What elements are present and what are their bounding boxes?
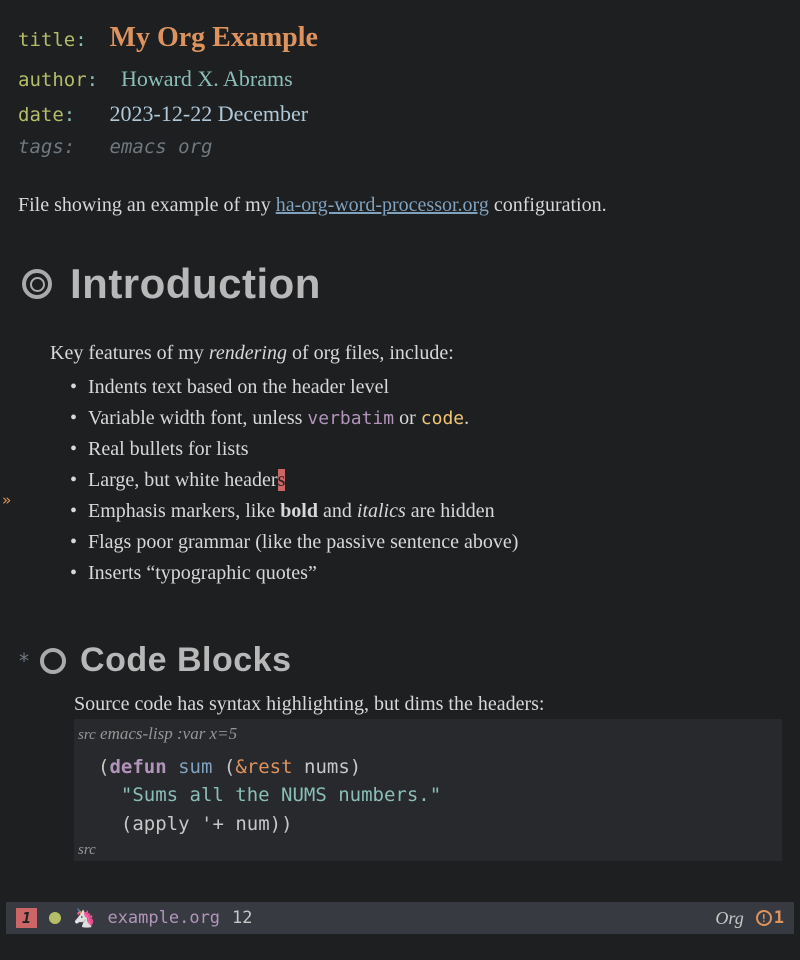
flycheck-warnings[interactable]: !1: [756, 908, 784, 928]
verbatim-text: verbatim: [307, 408, 394, 429]
meta-date-line: date: 2023-12-22 December: [18, 96, 782, 131]
doc-tags: emacs org: [110, 136, 213, 158]
heading-1-text: Introduction: [70, 260, 321, 308]
window-number: 1: [16, 908, 37, 928]
project-icon: 🦄: [73, 908, 95, 929]
paragraph: Key features of my rendering of org file…: [50, 338, 782, 368]
warning-icon: !: [756, 910, 772, 926]
text-cursor: s: [278, 469, 286, 491]
code-line: (apply '+ num)): [98, 810, 770, 839]
heading-star: *: [18, 649, 30, 673]
meta-tags-line: tags: emacs org: [18, 131, 782, 163]
list-item: Variable width font, unless verbatim or …: [70, 403, 782, 434]
code-text: code: [421, 408, 464, 429]
modified-indicator-icon: [49, 912, 61, 924]
modeline[interactable]: 1 🦄 example.org 12 Org !1: [6, 902, 794, 934]
intro-paragraph: File showing an example of my ha-org-wor…: [18, 191, 782, 220]
heading-2: * Code Blocks: [18, 641, 782, 680]
meta-key: tags:: [18, 136, 75, 158]
heading-bullet-icon: [22, 269, 52, 299]
feature-list: Indents text based on the header level V…: [70, 372, 782, 589]
meta-key: author: [18, 69, 87, 91]
meta-title-line: title: My Org Example: [18, 16, 782, 61]
meta-colon: :: [87, 69, 98, 91]
list-item: Real bullets for lists: [70, 434, 782, 465]
doc-title: My Org Example: [110, 22, 318, 53]
meta-author-line: author: Howard X. Abrams: [18, 61, 782, 96]
code-line: "Sums all the NUMS numbers.": [98, 781, 770, 810]
minibuffer[interactable]: [0, 934, 800, 960]
list-item: Flags poor grammar (like the passive sen…: [70, 527, 782, 558]
emphasis-italic: rendering: [209, 342, 287, 364]
doc-author: Howard X. Abrams: [121, 66, 293, 91]
src-block-begin: src emacs-lisp :var x=5: [74, 719, 782, 749]
heading-1: Introduction: [18, 260, 782, 308]
code-line: (defun sum (&rest nums): [98, 753, 770, 782]
emphasis-bold: bold: [280, 500, 318, 522]
meta-key: date: [18, 104, 64, 126]
editor-buffer[interactable]: title: My Org Example author: Howard X. …: [0, 0, 800, 895]
meta-colon: :: [75, 29, 86, 51]
paragraph: Source code has syntax highlighting, but…: [74, 690, 782, 719]
list-item: Large, but white headers: [70, 465, 782, 496]
meta-key: title: [18, 29, 75, 51]
buffer-filename[interactable]: example.org: [107, 908, 220, 928]
doc-date: 2023-12-22 December: [110, 101, 309, 126]
heading-2-text: Code Blocks: [80, 641, 291, 680]
list-item: Inserts “typographic quotes”: [70, 558, 782, 589]
list-item: Indents text based on the header level: [70, 372, 782, 403]
source-code-block[interactable]: (defun sum (&rest nums) "Sums all the NU…: [74, 749, 782, 843]
config-link[interactable]: ha-org-word-processor.org: [276, 194, 489, 216]
line-number: 12: [232, 908, 252, 928]
major-mode[interactable]: Org: [715, 908, 743, 929]
gutter-marker-icon: »: [2, 491, 11, 509]
emphasis-italic: italics: [357, 500, 406, 522]
list-item: Emphasis markers, like bold and italics …: [70, 496, 782, 527]
heading-bullet-icon: [40, 648, 66, 674]
meta-colon: :: [64, 104, 75, 126]
src-block-end: src: [74, 842, 782, 861]
